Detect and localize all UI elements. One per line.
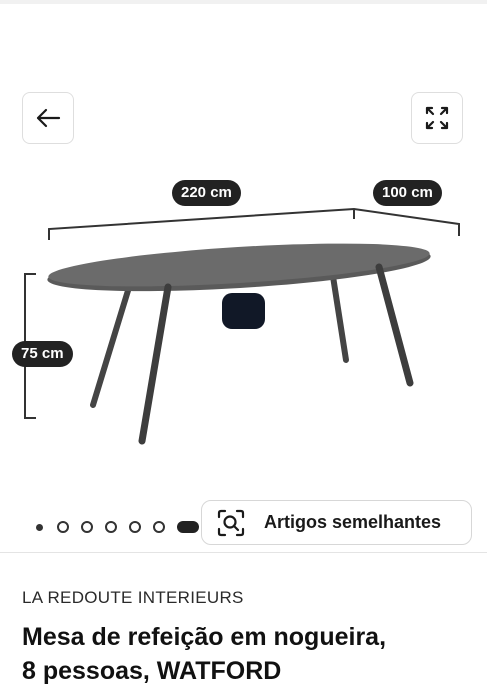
pagination-dot-active[interactable]: [177, 521, 199, 533]
visual-search-icon: [216, 508, 246, 538]
product-brand[interactable]: LA REDOUTE INTERIEURS: [22, 588, 244, 608]
width-dimension-label: 100 cm: [373, 180, 442, 206]
product-title-line-2: 8 pessoas, WATFORD: [22, 657, 282, 685]
product-title: Mesa de refeição em nogueira, 8 pessoas,…: [22, 620, 472, 688]
pagination-dot[interactable]: [36, 523, 43, 531]
pagination-dot[interactable]: [81, 521, 93, 533]
length-dimension-label: 220 cm: [172, 180, 241, 206]
expand-image-button[interactable]: [411, 92, 463, 144]
image-pagination[interactable]: [36, 519, 221, 535]
expand-icon: [425, 106, 449, 130]
pagination-dot[interactable]: [105, 521, 117, 533]
product-image-gallery[interactable]: 220 cm 100 cm 75 cm Artigos semelhantes: [0, 4, 487, 552]
similar-items-label: Artigos semelhantes: [264, 512, 442, 532]
pagination-dot[interactable]: [153, 521, 165, 533]
pagination-dot[interactable]: [129, 521, 141, 533]
divider: [0, 552, 487, 553]
product-image: [24, 207, 460, 445]
back-button[interactable]: [22, 92, 74, 144]
pagination-dot[interactable]: [57, 521, 69, 533]
product-title-line-1: Mesa de refeição em nogueira,: [22, 623, 387, 651]
arrow-left-icon: [36, 108, 61, 128]
floating-overlay-chip[interactable]: [222, 293, 265, 329]
height-dimension-label: 75 cm: [12, 341, 73, 367]
similar-items-button[interactable]: Artigos semelhantes: [201, 500, 472, 545]
